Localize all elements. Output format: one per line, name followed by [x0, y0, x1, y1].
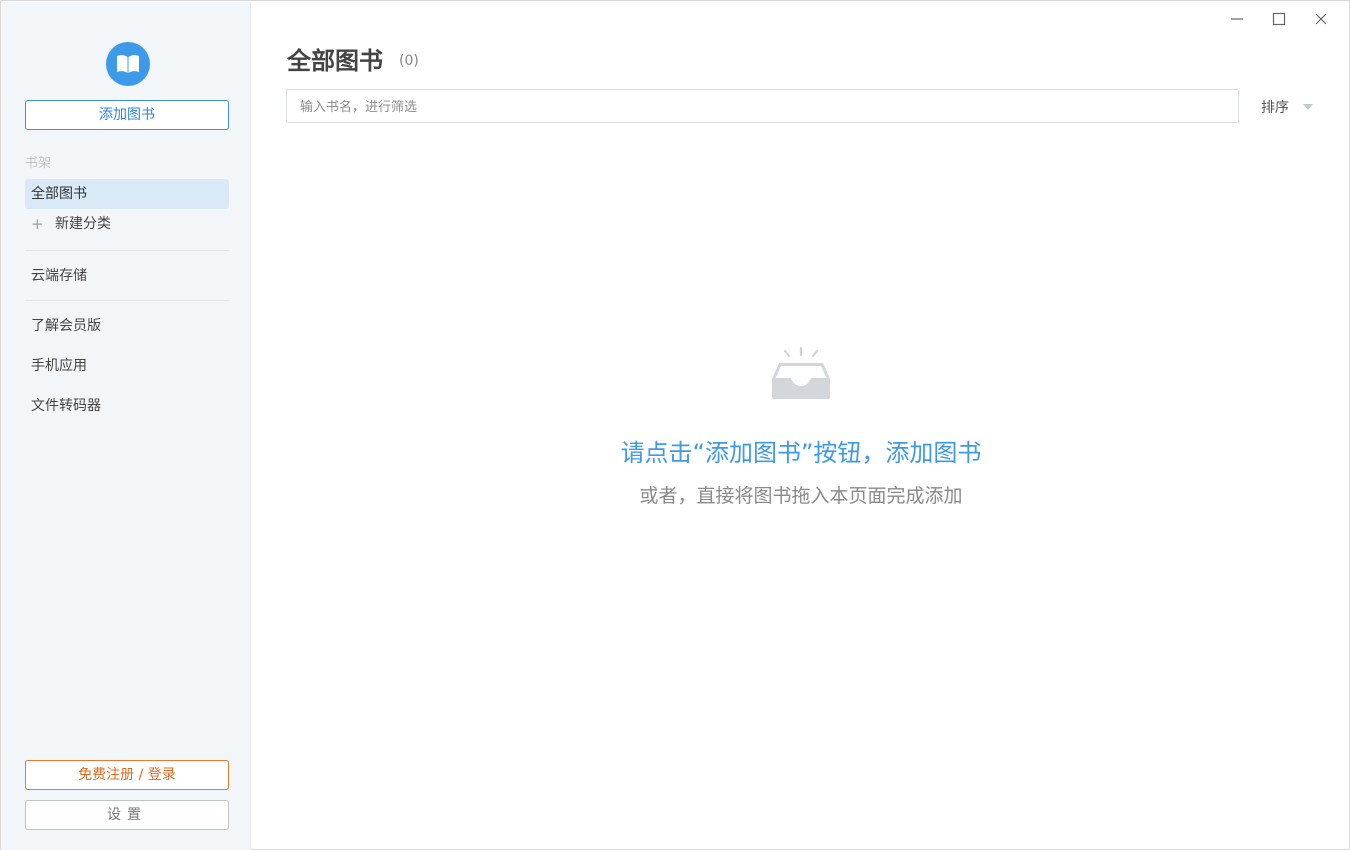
plus-icon: +	[31, 215, 44, 233]
minimize-button[interactable]	[1225, 7, 1249, 31]
sidebar-item-label: 云端存储	[31, 268, 87, 284]
add-book-button[interactable]: 添加图书	[25, 100, 229, 130]
empty-inbox-icon	[767, 345, 835, 405]
sort-label: 排序	[1261, 100, 1289, 116]
sidebar-item-label: 新建分类	[55, 216, 111, 232]
caret-down-icon	[1303, 104, 1313, 110]
book-count: (0)	[399, 53, 419, 69]
register-login-button[interactable]: 免费注册 / 登录	[25, 760, 229, 790]
app-logo	[106, 42, 150, 86]
sidebar-item-cloud-storage[interactable]: 云端存储	[25, 261, 229, 291]
sidebar-item-file-converter[interactable]: 文件转码器	[25, 391, 229, 421]
sidebar-item-label: 了解会员版	[31, 318, 101, 334]
sidebar: 添加图书 书架 全部图书 + 新建分类 云端存储 了解会员版 手机应用 文件转码…	[2, 2, 251, 850]
settings-button[interactable]: 设置	[25, 800, 229, 830]
maximize-button[interactable]	[1267, 7, 1291, 31]
sidebar-item-mobile-app[interactable]: 手机应用	[25, 351, 229, 381]
open-book-icon	[117, 55, 139, 73]
sidebar-item-label: 手机应用	[31, 358, 87, 374]
sidebar-divider	[25, 250, 229, 251]
empty-state-title: 请点击“添加图书”按钮，添加图书	[620, 439, 982, 467]
book-search-input[interactable]	[286, 89, 1239, 123]
sidebar-divider	[25, 300, 229, 301]
sidebar-item-label: 全部图书	[31, 186, 87, 202]
sidebar-item-all-books[interactable]: 全部图书	[25, 179, 229, 209]
bookshelf-section-title: 书架	[25, 156, 52, 171]
close-icon	[1315, 13, 1327, 25]
sort-dropdown[interactable]: 排序	[1261, 97, 1313, 117]
minimize-icon	[1231, 18, 1243, 20]
empty-state-subtitle: 或者，直接将图书拖入本页面完成添加	[639, 485, 963, 507]
close-button[interactable]	[1309, 7, 1333, 31]
sidebar-item-new-category[interactable]: + 新建分类	[25, 209, 229, 239]
app-window: 添加图书 书架 全部图书 + 新建分类 云端存储 了解会员版 手机应用 文件转码…	[0, 0, 1350, 850]
sidebar-item-membership[interactable]: 了解会员版	[25, 311, 229, 341]
maximize-icon	[1272, 12, 1286, 26]
page-title: 全部图书	[287, 47, 383, 75]
sidebar-item-label: 文件转码器	[31, 398, 101, 414]
